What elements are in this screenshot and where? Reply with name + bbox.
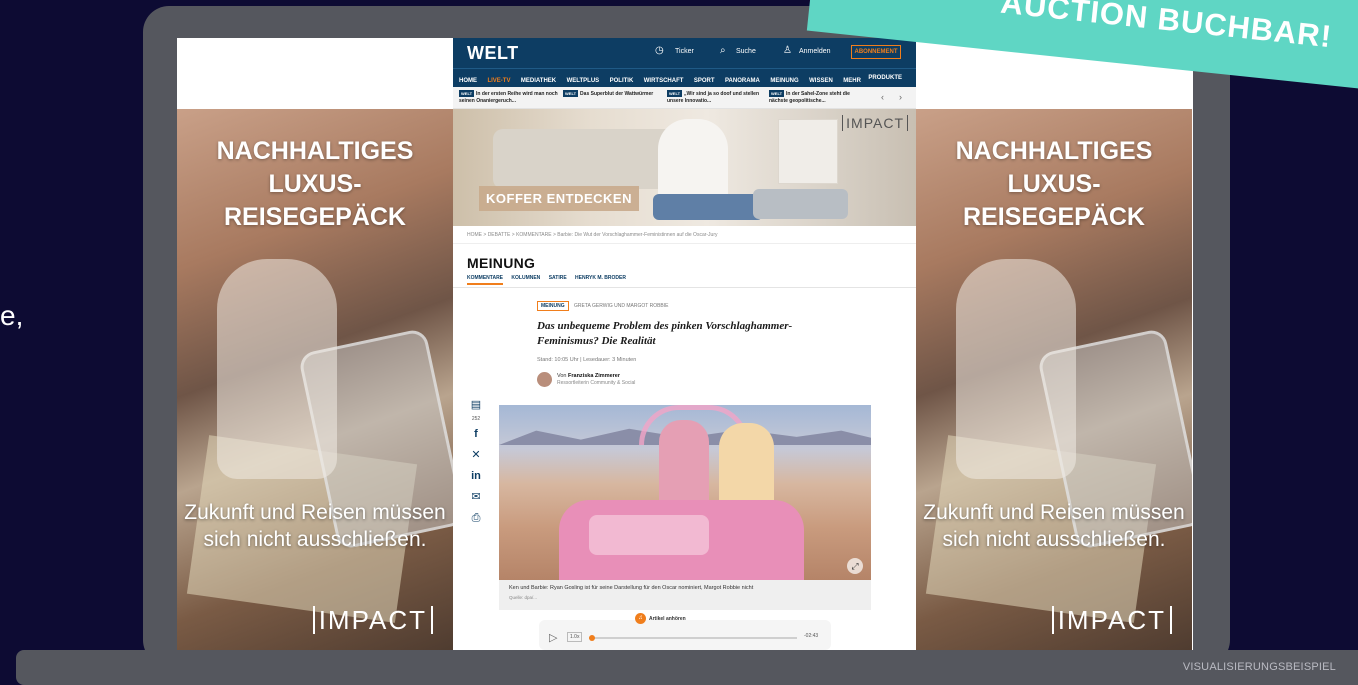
play-icon[interactable]: ▷ bbox=[549, 631, 557, 644]
ticker-item[interactable]: WELT In der ersten Reihe wird man noch se… bbox=[459, 90, 559, 105]
facebook-icon[interactable]: f bbox=[467, 424, 485, 445]
tab-broder[interactable]: HENRYK M. BRODER bbox=[575, 275, 626, 281]
ad-subline: Zukunft und Reisen müssen sich nicht aus… bbox=[184, 501, 446, 551]
x-icon[interactable]: ✕ bbox=[467, 445, 485, 466]
discover-suitcases-button[interactable]: KOFFER ENTDECKEN bbox=[479, 186, 639, 211]
expand-icon[interactable]: ⤢ bbox=[847, 558, 863, 574]
author-name[interactable]: Von Franziska Zimmerer bbox=[557, 373, 620, 379]
hero-shelf-image bbox=[778, 119, 838, 184]
linkedin-icon[interactable]: in bbox=[467, 466, 485, 487]
laptop-base bbox=[16, 650, 1358, 685]
promo-banner-text: AUCTION BUCHBAR! bbox=[999, 0, 1334, 55]
audio-progress[interactable] bbox=[589, 635, 797, 641]
subscribe-button[interactable]: ABONNEMENT bbox=[851, 45, 901, 59]
search-icon[interactable]: ⌕ bbox=[720, 45, 726, 56]
section-tabs: KOMMENTARE KOLUMNEN SATIRE HENRYK M. BRO… bbox=[453, 271, 916, 288]
ticker-link[interactable]: Ticker bbox=[675, 48, 694, 55]
comment-icon[interactable]: ▤ bbox=[467, 395, 485, 416]
news-ticker: WELT In der ersten Reihe wird man noch se… bbox=[453, 87, 916, 109]
audio-duration: -02:43 bbox=[804, 633, 819, 639]
article-image[interactable]: ⤢ bbox=[499, 405, 871, 580]
ad-person-image bbox=[217, 259, 337, 479]
ticker-item[interactable]: WELT „Wir sind ja so doof und stellen uns… bbox=[667, 90, 767, 105]
article-meta: Stand: 10:05 Uhr | Lesedauer: 3 Minuten bbox=[537, 357, 637, 363]
search-link[interactable]: Suche bbox=[736, 48, 756, 55]
laptop-screen: NACHHALTIGES LUXUS- REISEGEPÄCK Zukunft … bbox=[177, 38, 1193, 650]
audio-player: ♫ Artikel anhören ▷ 1.0x -02:43 bbox=[539, 613, 831, 650]
article-topic: GRETA GERWIG UND MARGOT ROBBIE bbox=[574, 303, 669, 309]
user-icon[interactable]: ♙ bbox=[783, 45, 792, 56]
tab-kolumnen[interactable]: KOLUMNEN bbox=[511, 275, 540, 281]
ad-logo: IMPACT bbox=[1051, 606, 1172, 634]
hero-ad-logo: IMPACT bbox=[842, 115, 908, 131]
article-header: MEINUNG GRETA GERWIG UND MARGOT ROBBIE D… bbox=[537, 301, 877, 389]
author-byline: Von Franziska Zimmerer Ressortleiterin C… bbox=[537, 371, 877, 389]
article-headline: Das unbequeme Problem des pinken Vorschl… bbox=[537, 320, 793, 347]
breadcrumb[interactable]: HOME > DEBATTE > KOMMENTARE > Barbie: Di… bbox=[453, 226, 916, 244]
ticker-icon[interactable]: ◷ bbox=[655, 45, 664, 56]
side-ad-right[interactable]: NACHHALTIGES LUXUS- REISEGEPÄCK Zukunft … bbox=[916, 109, 1192, 650]
avatar bbox=[537, 372, 552, 387]
listen-label[interactable]: Artikel anhören bbox=[649, 616, 686, 622]
tab-satire[interactable]: SATIRE bbox=[549, 275, 567, 281]
image-car-seat bbox=[589, 515, 709, 555]
image-person-ken bbox=[659, 420, 709, 510]
article-kicker: MEINUNG GRETA GERWIG UND MARGOT ROBBIE bbox=[537, 301, 877, 311]
audio-progress-handle[interactable] bbox=[589, 635, 595, 641]
login-link[interactable]: Anmelden bbox=[799, 48, 831, 55]
welt-page: WELT ◷ Ticker ⌕ Suche ♙ Anmelden ABONNEM… bbox=[453, 38, 916, 650]
opinion-badge: MEINUNG bbox=[537, 301, 569, 311]
comment-count: 252 bbox=[471, 416, 481, 422]
playback-speed[interactable]: 1.0x bbox=[567, 632, 583, 642]
headphones-icon: ♫ bbox=[635, 613, 646, 624]
image-caption-box: Ken und Barbie: Ryan Gosling ist für sei… bbox=[499, 580, 871, 610]
hero-suitcase-image bbox=[753, 189, 848, 219]
tab-kommentare[interactable]: KOMMENTARE bbox=[467, 275, 504, 285]
hero-person-legs-image bbox=[653, 194, 763, 220]
background-text-fragment: e, bbox=[0, 300, 24, 331]
nav-item-produkte[interactable]: PRODUKTE bbox=[868, 69, 902, 87]
ad-logo: IMPACT bbox=[312, 606, 433, 634]
ticker-item[interactable]: WELT Das Superblut der Wattwürmer bbox=[563, 90, 663, 98]
ticker-item[interactable]: WELT In der Sahel-Zone steht die nächste … bbox=[769, 90, 869, 105]
mail-icon[interactable]: ✉ bbox=[467, 487, 485, 508]
welt-logo[interactable]: WELT bbox=[467, 43, 519, 64]
chevron-left-icon[interactable]: ‹ bbox=[881, 92, 884, 102]
main-nav: HOME LIVE-TV MEDIATHEK WELTPLUS POLITIK … bbox=[453, 68, 916, 87]
image-source: Quelle: dpa/... bbox=[509, 595, 538, 600]
ad-person-image bbox=[956, 259, 1076, 479]
share-bar: ▤ 252 f ✕ in ✉ ⎙ bbox=[467, 395, 485, 529]
visualization-label: VISUALISIERUNGSBEISPIEL bbox=[1182, 661, 1336, 673]
print-icon[interactable]: ⎙ bbox=[467, 508, 485, 529]
ad-headline: NACHHALTIGES LUXUS- REISEGEPÄCK bbox=[216, 137, 414, 231]
author-role: Ressortleiterin Community & Social bbox=[557, 380, 636, 386]
side-ad-left[interactable]: NACHHALTIGES LUXUS- REISEGEPÄCK Zukunft … bbox=[177, 109, 453, 650]
chevron-right-icon[interactable]: › bbox=[899, 92, 902, 102]
image-caption: Ken und Barbie: Ryan Gosling ist für sei… bbox=[509, 585, 754, 591]
ad-subline: Zukunft und Reisen müssen sich nicht aus… bbox=[923, 501, 1185, 551]
hero-ad[interactable]: KOFFER ENTDECKEN IMPACT bbox=[453, 109, 916, 226]
ad-headline: NACHHALTIGES LUXUS- REISEGEPÄCK bbox=[955, 137, 1153, 231]
site-header: WELT ◷ Ticker ⌕ Suche ♙ Anmelden ABONNEM… bbox=[453, 38, 916, 68]
section-title: MEINUNG bbox=[467, 255, 536, 271]
